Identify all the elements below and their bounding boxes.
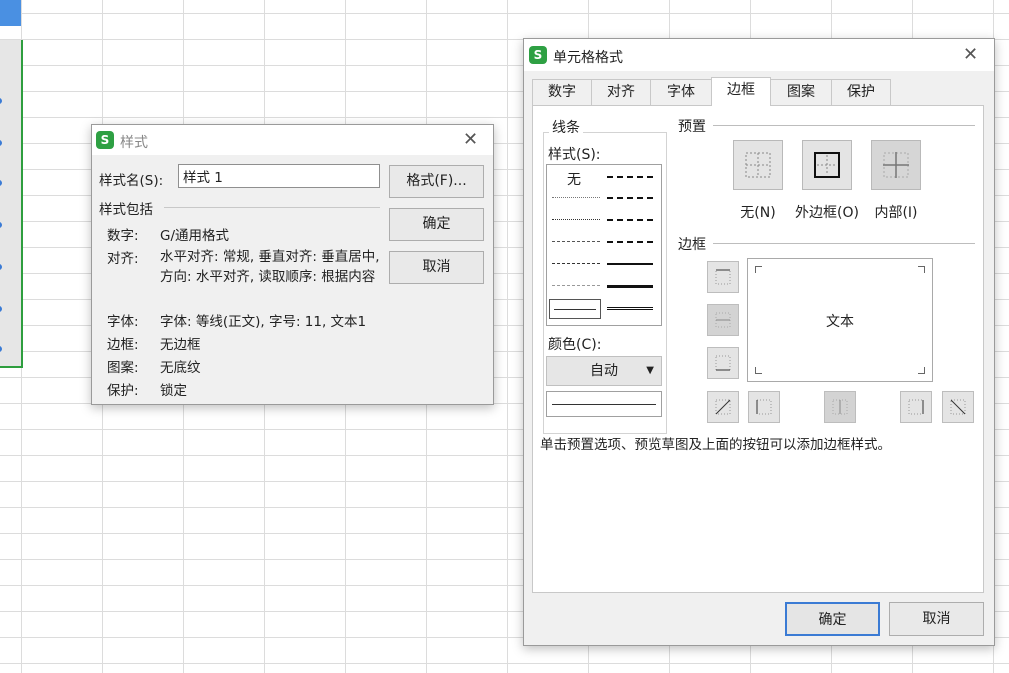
preset-outline-label: 外边框(O): [795, 205, 859, 221]
preset-inside-icon: [883, 152, 909, 178]
border-hint-text: 单击预置选项、预览草图及上面的按钮可以添加边框样式。: [540, 437, 891, 453]
preset-none-label: 无(N): [740, 205, 776, 221]
preset-inside-label: 内部(I): [874, 205, 918, 221]
border-value: 无边框: [160, 337, 201, 353]
style-dialog-title: 样式: [120, 135, 148, 151]
color-select[interactable]: 自动 ▼: [546, 356, 662, 386]
dropdown-arrow-icon: ▼: [646, 365, 654, 376]
tab-number[interactable]: 数字: [532, 79, 592, 105]
border-right-button[interactable]: [900, 391, 932, 423]
font-value: 字体: 等线(正文), 字号: 11, 文本1: [160, 314, 367, 330]
line-style-slant-dash-dot[interactable]: [607, 197, 653, 199]
style-name-label: 样式名(S):: [99, 173, 164, 189]
line-style-dash-dot[interactable]: [552, 263, 600, 264]
border-inside-vertical-button[interactable]: [824, 391, 856, 423]
line-style-hair[interactable]: [552, 197, 600, 198]
group-divider: [164, 207, 380, 208]
border-diagonal-up-button[interactable]: [707, 391, 739, 423]
line-style-dashed[interactable]: [552, 285, 600, 286]
format-cells-dialog: S 单元格格式 ✕ 数字 对齐 字体 图案 保护 线条 样式(S): 无 颜色(…: [523, 38, 995, 646]
selection-border: [0, 366, 23, 368]
cancel-button[interactable]: 取消: [389, 251, 484, 284]
border-divider: [713, 243, 975, 244]
preset-none-icon: [745, 152, 771, 178]
line-style-list[interactable]: 无: [546, 164, 662, 326]
border-bottom-button[interactable]: [707, 347, 739, 379]
line-group-label: 线条: [549, 117, 583, 137]
border-right-icon: [908, 399, 924, 415]
line-style-medium-dash-dot[interactable]: [607, 219, 653, 221]
preset-label: 预置: [678, 119, 706, 135]
line-style-double[interactable]: [607, 307, 653, 310]
format-dialog-title: 单元格格式: [553, 50, 623, 66]
tab-border[interactable]: 边框: [711, 77, 771, 106]
tab-font[interactable]: 字体: [650, 79, 712, 105]
preset-outline-icon: [814, 152, 840, 178]
border-top-button[interactable]: [707, 261, 739, 293]
line-style-preview: [546, 391, 662, 417]
border-left-icon: [756, 399, 772, 415]
ok-button[interactable]: 确定: [785, 602, 880, 636]
color-label: 颜色(C):: [548, 337, 602, 353]
font-label: 字体:: [107, 314, 139, 330]
border-diagonal-up-icon: [715, 399, 731, 415]
line-style-none[interactable]: 无: [567, 169, 581, 189]
border-inside-vertical-icon: [832, 399, 848, 415]
ok-button[interactable]: 确定: [389, 208, 484, 241]
tab-alignment[interactable]: 对齐: [591, 79, 651, 105]
protection-label: 保护:: [107, 383, 139, 399]
preset-divider: [713, 125, 975, 126]
protection-value: 锁定: [160, 383, 187, 399]
style-dialog-titlebar[interactable]: S 样式 ✕: [92, 125, 493, 155]
selected-row-header[interactable]: [0, 0, 21, 26]
line-style-thin-selected[interactable]: [549, 299, 601, 319]
wps-s-icon: S: [96, 131, 114, 149]
border-inside-horizontal-icon: [715, 312, 731, 328]
border-diagonal-down-button[interactable]: [942, 391, 974, 423]
cancel-button[interactable]: 取消: [889, 602, 984, 636]
close-icon[interactable]: ✕: [963, 46, 978, 64]
border-top-icon: [715, 269, 731, 285]
number-value: G/通用格式: [160, 228, 230, 244]
border-label: 边框: [678, 237, 706, 253]
alignment-value: 水平对齐: 常规, 垂直对齐: 垂直居中, 方向: 水平对齐, 读取顺序: 根据…: [160, 249, 380, 285]
tab-pattern[interactable]: 图案: [770, 79, 832, 105]
format-button[interactable]: 格式(F)...: [389, 165, 484, 198]
close-icon[interactable]: ✕: [463, 131, 478, 149]
preset-none-button[interactable]: [733, 140, 783, 190]
border-inside-horizontal-button[interactable]: [707, 304, 739, 336]
style-includes-label: 样式包括: [99, 202, 153, 218]
border-bottom-icon: [715, 355, 731, 371]
row-header-selection[interactable]: [0, 40, 23, 368]
line-style-label: 样式(S):: [548, 147, 601, 163]
pattern-label: 图案:: [107, 360, 139, 376]
line-style-medium-dashed[interactable]: [607, 241, 653, 243]
style-name-input[interactable]: [178, 164, 380, 188]
line-style-medium-dash-dot-dot[interactable]: [607, 176, 653, 178]
preview-text: 文本: [826, 314, 854, 330]
line-style-dotted[interactable]: [552, 219, 600, 220]
border-preview[interactable]: 文本: [747, 258, 933, 382]
alignment-label: 对齐:: [107, 251, 139, 267]
line-style-medium[interactable]: [607, 263, 653, 265]
preset-inside-button[interactable]: [871, 140, 921, 190]
border-left-button[interactable]: [748, 391, 780, 423]
format-dialog-titlebar[interactable]: S 单元格格式 ✕: [524, 39, 994, 71]
line-style-dash-dot-dot[interactable]: [552, 241, 600, 242]
wps-s-icon: S: [529, 46, 547, 64]
line-style-thick[interactable]: [607, 285, 653, 288]
border-label: 边框:: [107, 337, 139, 353]
preset-outline-button[interactable]: [802, 140, 852, 190]
border-tab-panel: 线条 样式(S): 无 颜色(C): 自动 ▼ 预置 无(N) 外边框(O) 内…: [532, 105, 984, 593]
tab-protection[interactable]: 保护: [831, 79, 891, 105]
border-diagonal-down-icon: [950, 399, 966, 415]
number-label: 数字:: [107, 228, 139, 244]
color-select-value: 自动: [590, 363, 618, 379]
style-dialog: S 样式 ✕ 样式名(S): 样式包括 数字: G/通用格式 对齐: 水平对齐:…: [91, 124, 494, 405]
pattern-value: 无底纹: [160, 360, 201, 376]
